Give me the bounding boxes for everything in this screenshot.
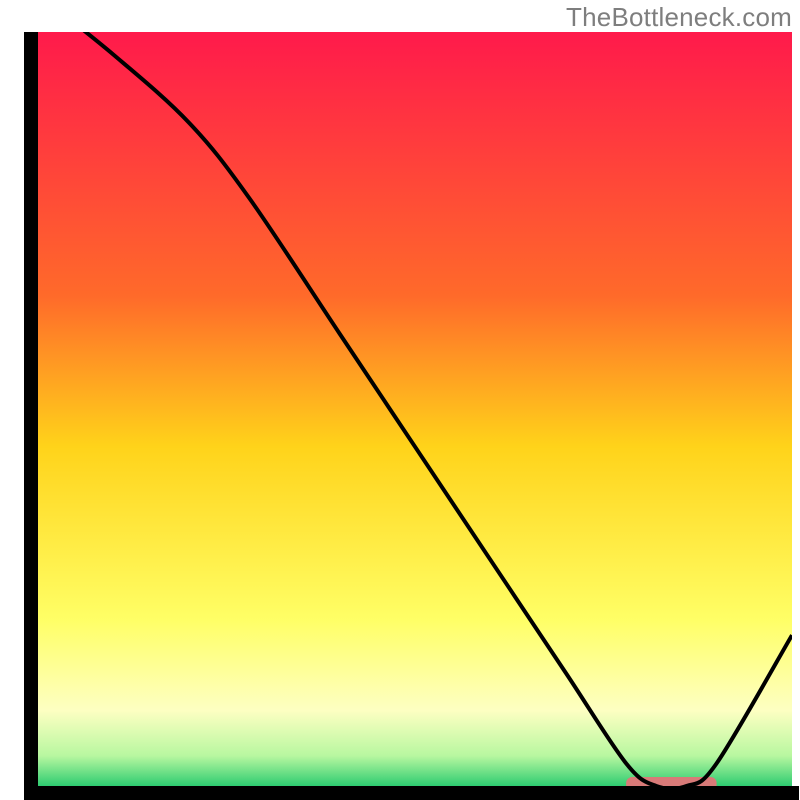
bottleneck-chart: [0, 0, 800, 800]
chart-root: { "attribution": "TheBottleneck.com", "c…: [0, 0, 800, 800]
plot-area: [38, 32, 792, 786]
attribution-text: TheBottleneck.com: [566, 2, 792, 33]
